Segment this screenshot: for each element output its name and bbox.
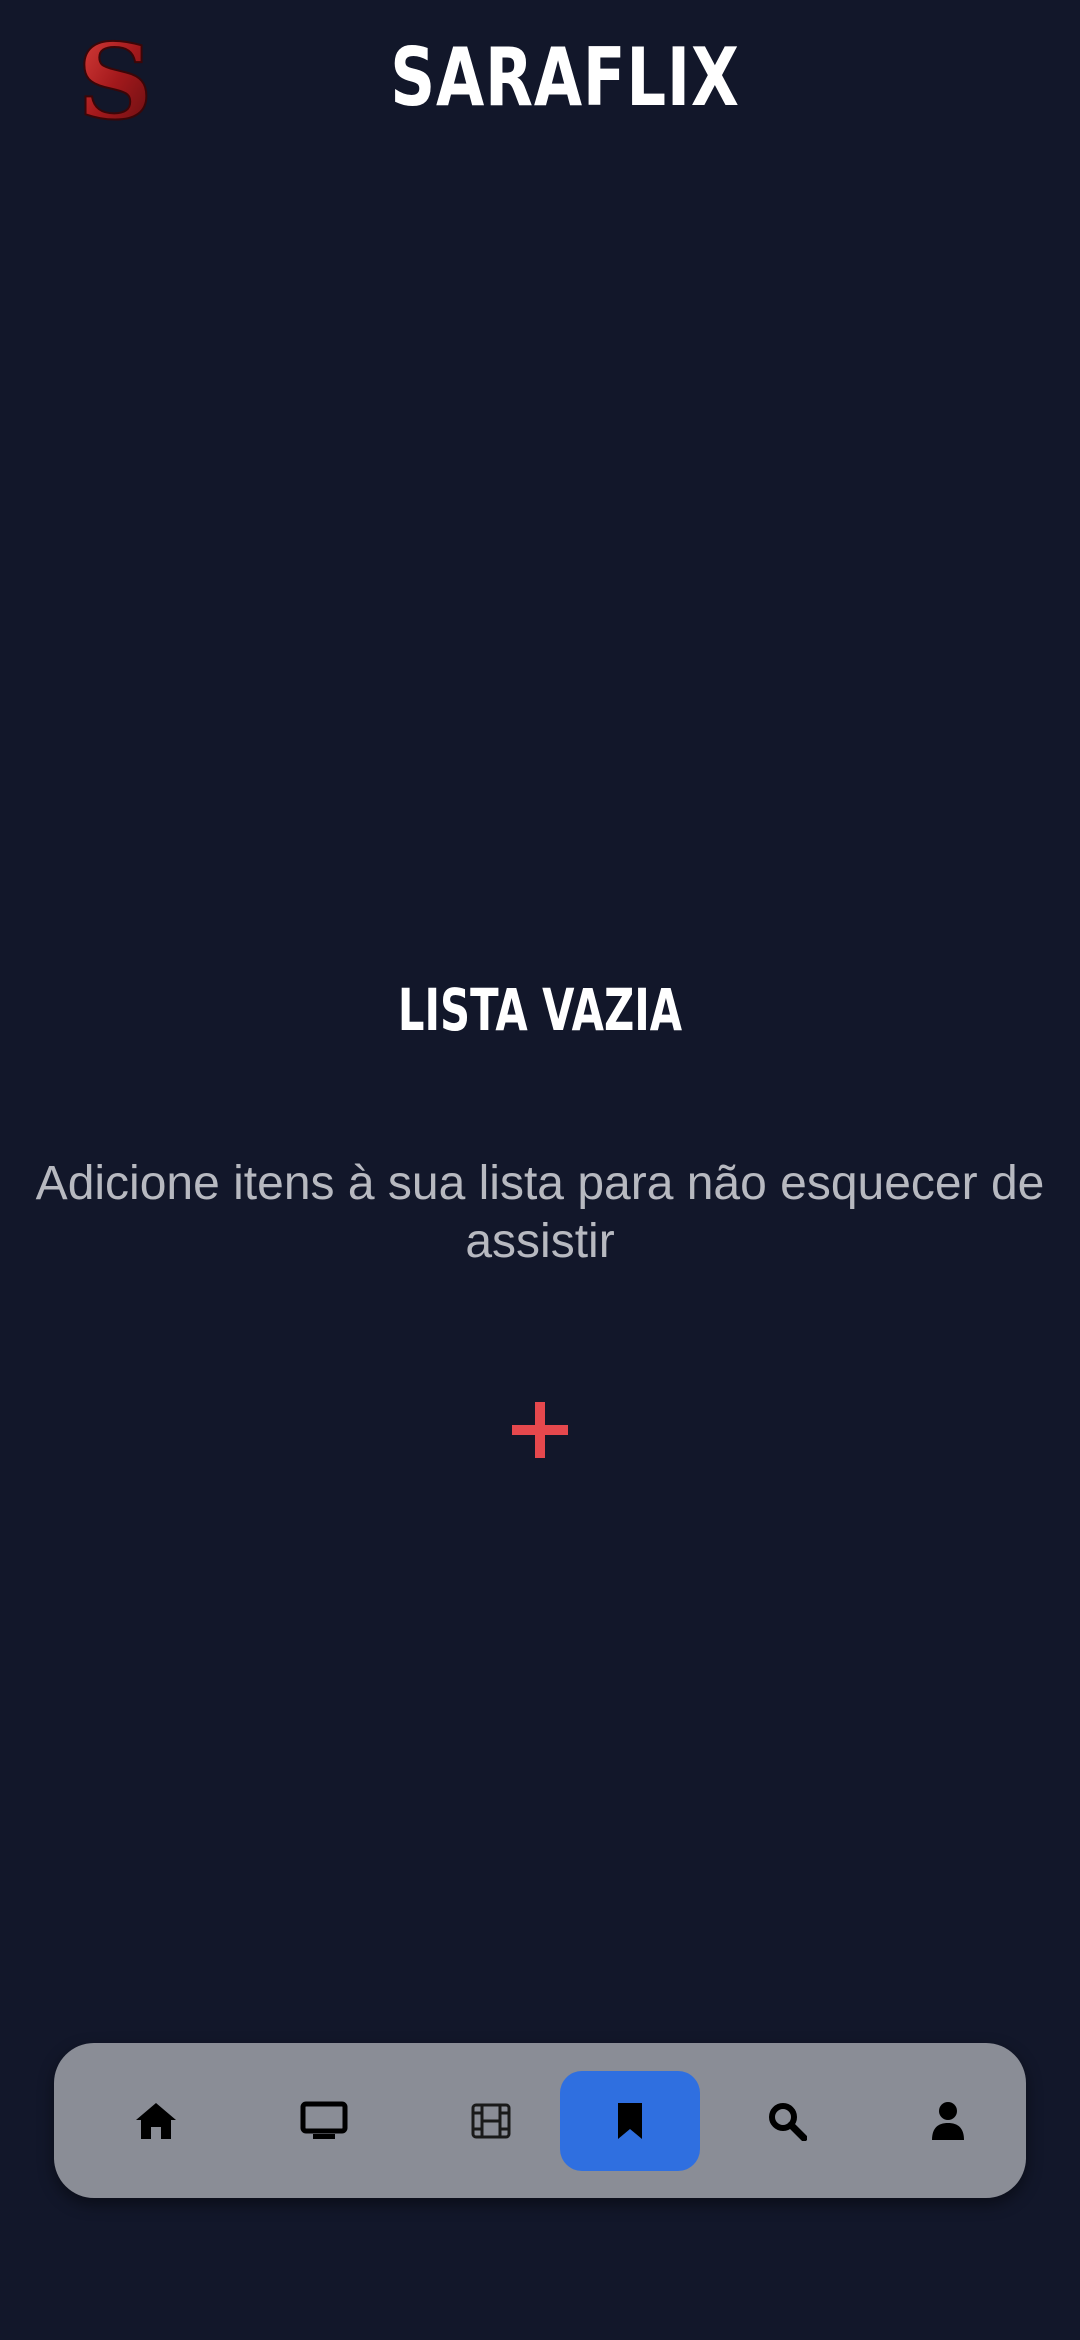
home-icon	[136, 2103, 176, 2139]
nav-profile[interactable]	[878, 2071, 1018, 2171]
empty-list-title: LISTA VAZIA	[397, 976, 683, 1044]
my-list-screen: S SARAFLIX LISTA VAZIA Adicione itens à …	[0, 0, 1080, 2340]
nav-home[interactable]	[86, 2071, 226, 2171]
nav-search[interactable]	[717, 2071, 857, 2171]
user-icon	[932, 2102, 964, 2140]
nav-my-list[interactable]	[560, 2071, 700, 2171]
film-icon	[471, 2103, 511, 2139]
nav-tv[interactable]	[254, 2071, 394, 2171]
add-item-button[interactable]	[500, 1390, 580, 1470]
bottom-navigation-bar	[54, 2043, 1026, 2198]
tv-icon	[300, 2101, 348, 2139]
search-icon	[769, 2103, 807, 2141]
empty-list-message: Adicione itens à sua lista para não esqu…	[35, 1157, 1045, 1268]
app-header: S SARAFLIX	[0, 0, 1080, 160]
plus-icon	[512, 1402, 568, 1458]
bookmark-icon	[618, 2103, 642, 2139]
app-title: SARAFLIX	[390, 31, 740, 124]
nav-movies[interactable]	[421, 2071, 561, 2171]
